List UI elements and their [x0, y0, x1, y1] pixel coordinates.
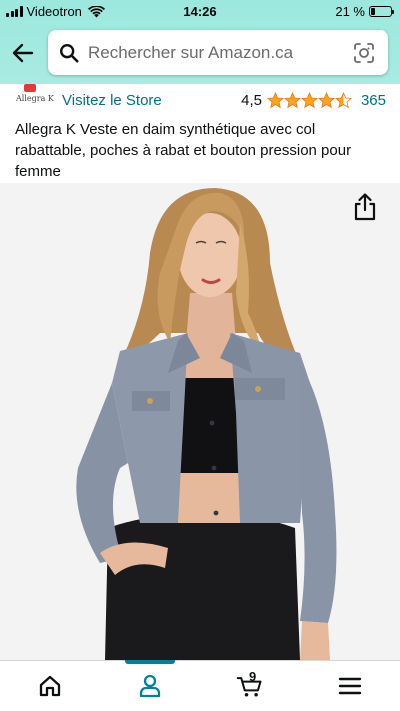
nav-home[interactable]: [0, 661, 100, 711]
product-image[interactable]: [0, 183, 400, 660]
arrow-left-icon: [12, 43, 34, 63]
star-icon: [301, 92, 318, 109]
brand-mark: [24, 84, 36, 92]
search-icon: [60, 43, 79, 63]
visit-store-link[interactable]: Visitez le Store: [62, 92, 162, 109]
search-bar[interactable]: [48, 30, 388, 75]
model-photo: [76, 188, 337, 660]
star-icon: [284, 92, 301, 109]
hamburger-menu-icon: [338, 677, 362, 695]
status-bar: Videotron 14:26 21 %: [0, 0, 400, 22]
search-input[interactable]: [88, 42, 352, 63]
star-rating: [267, 92, 352, 109]
product-title: Allegra K Veste en daim synthétique avec…: [15, 121, 352, 180]
battery-icon: [369, 6, 394, 17]
store-row: Allegra K Visitez le Store 4,5 365: [0, 84, 400, 114]
camera-search-icon[interactable]: [352, 41, 376, 65]
nav-menu[interactable]: [300, 661, 400, 711]
star-icon: [335, 92, 352, 109]
app-header: Videotron 14:26 21 %: [0, 0, 400, 84]
brand-logo[interactable]: Allegra K: [16, 84, 56, 106]
cart-count-badge: 9: [249, 669, 257, 684]
rating-summary[interactable]: 4,5 365: [241, 92, 386, 109]
nav-account[interactable]: [100, 660, 200, 711]
home-icon: [39, 675, 61, 697]
back-button[interactable]: [10, 40, 36, 66]
brand-logo-text: Allegra K: [16, 94, 54, 103]
star-icon: [267, 92, 284, 109]
share-icon[interactable]: [352, 193, 378, 221]
battery-percentage: 21 %: [335, 4, 365, 19]
review-count[interactable]: 365: [361, 92, 386, 109]
rating-value: 4,5: [241, 92, 262, 109]
bottom-navigation: 9: [0, 660, 400, 711]
nav-cart[interactable]: 9: [200, 661, 300, 711]
person-icon: [139, 674, 161, 698]
star-icon: [318, 92, 335, 109]
